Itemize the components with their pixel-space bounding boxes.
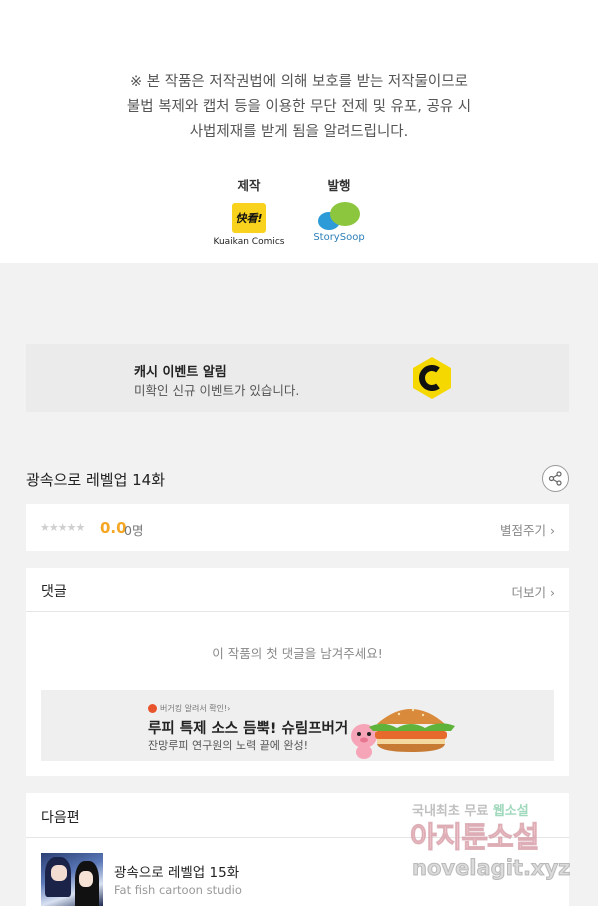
notice-line-2: 불법 복제와 캡처 등을 이용한 무단 전제 및 유포, 공유 시 [126,99,472,115]
rate-button[interactable]: 별점주기 › [500,520,555,539]
watermark-line-3: novelagit.xyz [411,856,571,881]
comments-label: 댓글 [41,584,67,600]
notice-line-1: ※ 본 작품은 저작권법에 의해 보호를 받는 저작물이므로 [130,74,468,90]
copyright-notice: ※ 본 작품은 저작권법에 의해 보호를 받는 저작물이므로 불법 복제와 캡처… [0,70,598,145]
event-title: 캐시 이벤트 알림 [134,365,227,380]
cash-event-banner[interactable]: 캐시 이벤트 알림 미확인 신규 이벤트가 있습니다. [26,344,569,412]
ad-tag-text: 버거킹 알려서 확인!› [160,704,231,713]
rating-card: ★★★★★ 0.0 0명 별점주기 › [26,504,569,551]
comments-more-link[interactable]: 더보기 › [512,582,555,601]
burger-image-icon [369,708,455,752]
event-desc: 미확인 신규 이벤트가 있습니다. [134,383,300,398]
publisher-credit: 발행 StorySoop [306,175,372,243]
kuaikan-logo-text: 快看! [235,212,263,225]
storysoop-logo [316,202,362,232]
star-rating-icons: ★★★★★ [40,521,85,534]
ad-banner[interactable]: 버거킹 알려서 확인!› 루피 특제 소스 듬뿍! 슈림프버거 잔망루피 연구원… [41,690,554,761]
comments-header: 댓글 더보기 › [26,568,569,612]
watermark-line-2: 아지툰소설 [409,820,539,855]
site-watermark: 국내최초 무료 웹소설 아지툰소설 novelagit.xyz [409,798,590,898]
episode-title: 광속으로 레벨업 14화 [26,471,166,489]
next-episode-author: Fat fish cartoon studio [114,883,242,897]
next-episode-thumbnail[interactable] [41,853,103,906]
next-episode-title[interactable]: 광속으로 레벨업 15화 [114,861,239,881]
publisher-name: StorySoop [313,232,365,243]
rating-score: 0.0 [100,519,127,537]
kuaikan-logo: 快看! [232,203,266,233]
notice-line-3: 사법제재를 받게 됨을 알려드립니다. [189,124,409,140]
copyright-section: ※ 본 작품은 저작권법에 의해 보호를 받는 저작물이므로 불법 복제와 캡처… [0,0,598,263]
production-name: Kuaikan Comics [213,237,285,247]
share-button[interactable] [542,465,569,492]
ad-subtitle: 잔망루피 연구원의 노력 끝에 완성! [148,739,309,752]
comments-empty-message: 이 작품의 첫 댓글을 남겨주세요! [212,646,383,661]
ad-title: 루피 특제 소스 듬뿍! 슈림프버거 [148,721,349,737]
publisher-label: 발행 [327,178,351,193]
share-icon [548,471,562,486]
ad-tag: 버거킹 알려서 확인!› [148,703,230,714]
cash-c-hexagon-icon [413,357,451,399]
rating-count: 0명 [124,523,144,538]
production-credit: 제작 快看! Kuaikan Comics [212,175,286,247]
next-episode-label: 다음편 [41,810,80,826]
production-label: 제작 [237,178,261,193]
comments-card: 댓글 더보기 › 이 작품의 첫 댓글을 남겨주세요! 버거킹 알려서 확인!›… [26,568,569,776]
